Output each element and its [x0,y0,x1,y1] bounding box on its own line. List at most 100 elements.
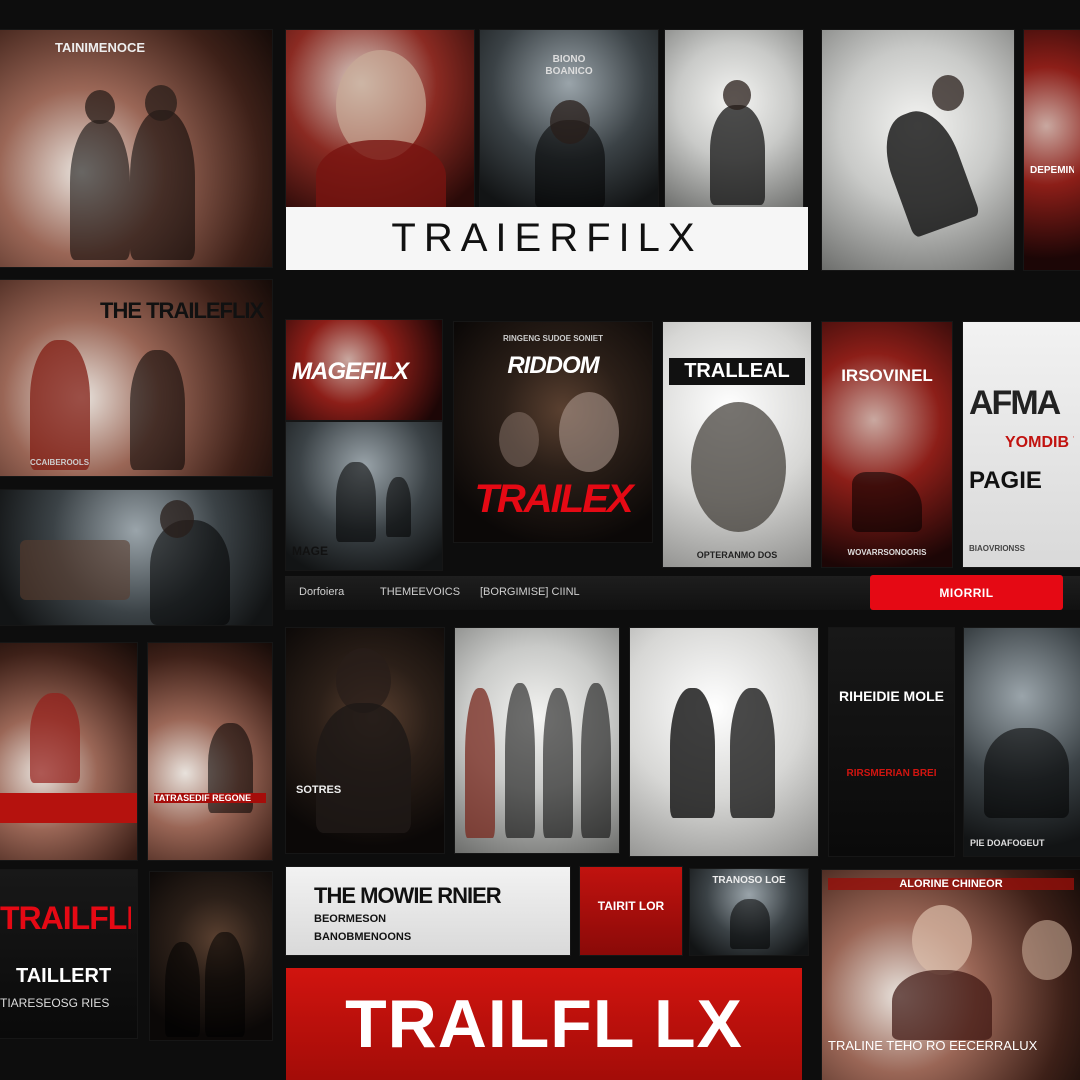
poster-subtitle: BANOBMENOONS [314,931,412,943]
poster-title: RIHEIDIE MOLE [838,688,944,704]
poster-main-title: TRAILEX [474,477,633,521]
poster-tile[interactable]: RINGENG SUDOE SONIET RIDDOM TRAILEX [454,322,652,542]
figure-shape [150,520,230,625]
figure-shape [852,472,922,532]
poster-tile[interactable]: PIE DOAFOGEUT [964,628,1080,856]
poster-footer: SOTRES [296,784,342,796]
figure-shape [145,85,177,121]
poster-title: TAIRIT LOR [597,899,665,913]
figure-shape [892,970,992,1040]
poster-footer: PIE DOAFOGEUT [970,838,1045,848]
figure-shape [912,905,972,975]
poster-tile[interactable] [822,30,1014,270]
poster-tile[interactable]: MAGE [286,422,442,570]
figure-shape [723,80,751,110]
figure-shape [550,100,590,144]
poster-tile[interactable]: THE MOWIE RNIER BEORMESON BANOBMENOONS [286,867,570,955]
figure-shape [336,462,376,542]
poster-tile[interactable]: IRSOVINEL WOVARRSONOORIS [822,322,952,567]
poster-tile[interactable]: TRAILFLIX TAILLERT TIARESEOSG RIES [0,870,137,1038]
figure-shape [984,728,1069,818]
poster-title: DEPEMINAS [1030,165,1074,176]
poster-subtitle: RIRSMERIAN BREI [846,768,937,779]
poster-tile[interactable]: SOTRES [286,628,444,853]
figure-shape [730,688,775,818]
figure-shape [20,540,130,600]
figure-shape [130,350,185,470]
figure-shape [505,683,535,838]
figure-shape [710,105,765,205]
poster-title: TAINIMENOCE [55,40,146,55]
figure-shape [932,75,964,111]
nav-item[interactable]: THEMEEVOICS [380,586,460,598]
poster-title: MAGEFILX [292,358,409,385]
figure-shape [730,899,770,949]
poster-title: AFMA [969,384,1061,422]
poster-title: BIONO [552,54,586,65]
figure-shape [160,500,194,538]
poster-tile[interactable]: TAIRIT LOR [580,867,682,955]
poster-page-text: PAGIE [969,467,1042,494]
poster-tile[interactable]: THE TRAILEFLIX CCAIBEROOLS [0,280,272,476]
figure-shape [205,932,245,1037]
poster-tile[interactable] [0,490,272,625]
poster-tile[interactable]: BIONO BOANICO [480,30,658,208]
brand-banner[interactable]: TRAILFL LX [286,968,802,1080]
poster-tile[interactable]: TRALLEAL OPTERANMO DOS [663,322,811,567]
poster-tile[interactable] [630,628,818,856]
figure-shape [85,90,115,124]
poster-subtitle: CCAIBEROOLS [30,458,90,467]
figure-shape [30,340,90,470]
poster-title: THE MOWIE RNIER [314,883,502,908]
poster-subtitle: TIARESEOSG RIES [0,996,110,1010]
figure-shape [316,140,446,208]
figure-shape [70,120,130,260]
brand-banner[interactable]: TRAIERFILX [286,207,808,270]
poster-title: MAGE [292,544,328,558]
figure-shape [559,392,619,472]
poster-subtitle: BEORMESON [314,913,387,925]
poster-title: THE TRAILEFLIX [100,298,264,323]
poster-tagline: RINGENG SUDOE SONIET [502,334,603,343]
poster-red-text: YOMDIB TUEB [1005,434,1074,451]
poster-tile[interactable]: AFMA YOMDIB TUEB PAGIE BIAOVRIONSS [963,322,1080,567]
poster-tile[interactable]: ALORINE CHINEOR TRALINE TEHO RO EECERRAL… [822,870,1080,1080]
poster-title: IRSOVINEL [841,366,933,385]
poster-footer: OPTERANMO DOS [696,550,778,560]
figure-shape [581,683,611,838]
poster-title: RIDDOM [507,352,599,379]
poster-tile[interactable]: TAINIMENOCE [0,30,272,267]
poster-footer: TRALINE TEHO RO EECERRALUX [828,1038,1038,1053]
poster-title: TRALLEAL [669,358,805,385]
figure-shape [873,101,981,239]
figure-shape [130,110,195,260]
figure-shape [165,942,200,1037]
figure-shape [691,402,786,532]
poster-subtitle: TAILLERT [16,965,112,987]
poster-tile[interactable] [150,872,272,1040]
nav-item[interactable]: [BORGIMISE] CIINL [480,586,580,598]
figure-shape [0,793,137,823]
poster-tile[interactable] [0,643,137,860]
figure-shape [465,688,495,838]
figure-shape [30,693,80,783]
poster-tile[interactable]: RIHEIDIE MOLE RIRSMERIAN BREI [829,628,954,856]
poster-tile[interactable] [665,30,803,208]
figure-shape [543,688,573,838]
poster-tile[interactable] [455,628,619,853]
poster-tile[interactable] [286,30,474,208]
figure-shape [499,412,539,467]
figure-shape [386,477,411,537]
nav-item[interactable]: Dorfoiera [299,586,344,598]
poster-tile[interactable]: TRANOSO LOE [690,869,808,955]
poster-tile[interactable]: MAGEFILX [286,320,442,420]
poster-title: TRAILFLIX [0,900,131,936]
poster-footer: BIAOVRIONSS [969,544,1026,553]
poster-title: TATRASEDIF REGONE [154,793,266,803]
poster-tile[interactable]: TATRASEDIF REGONE [148,643,272,860]
figure-shape [1022,920,1072,980]
poster-tile[interactable]: DEPEMINAS [1024,30,1080,270]
poster-title: TRANOSO LOE [712,875,786,886]
figure-shape [316,703,411,833]
nav-action-button[interactable]: MIORRIL [870,575,1063,610]
